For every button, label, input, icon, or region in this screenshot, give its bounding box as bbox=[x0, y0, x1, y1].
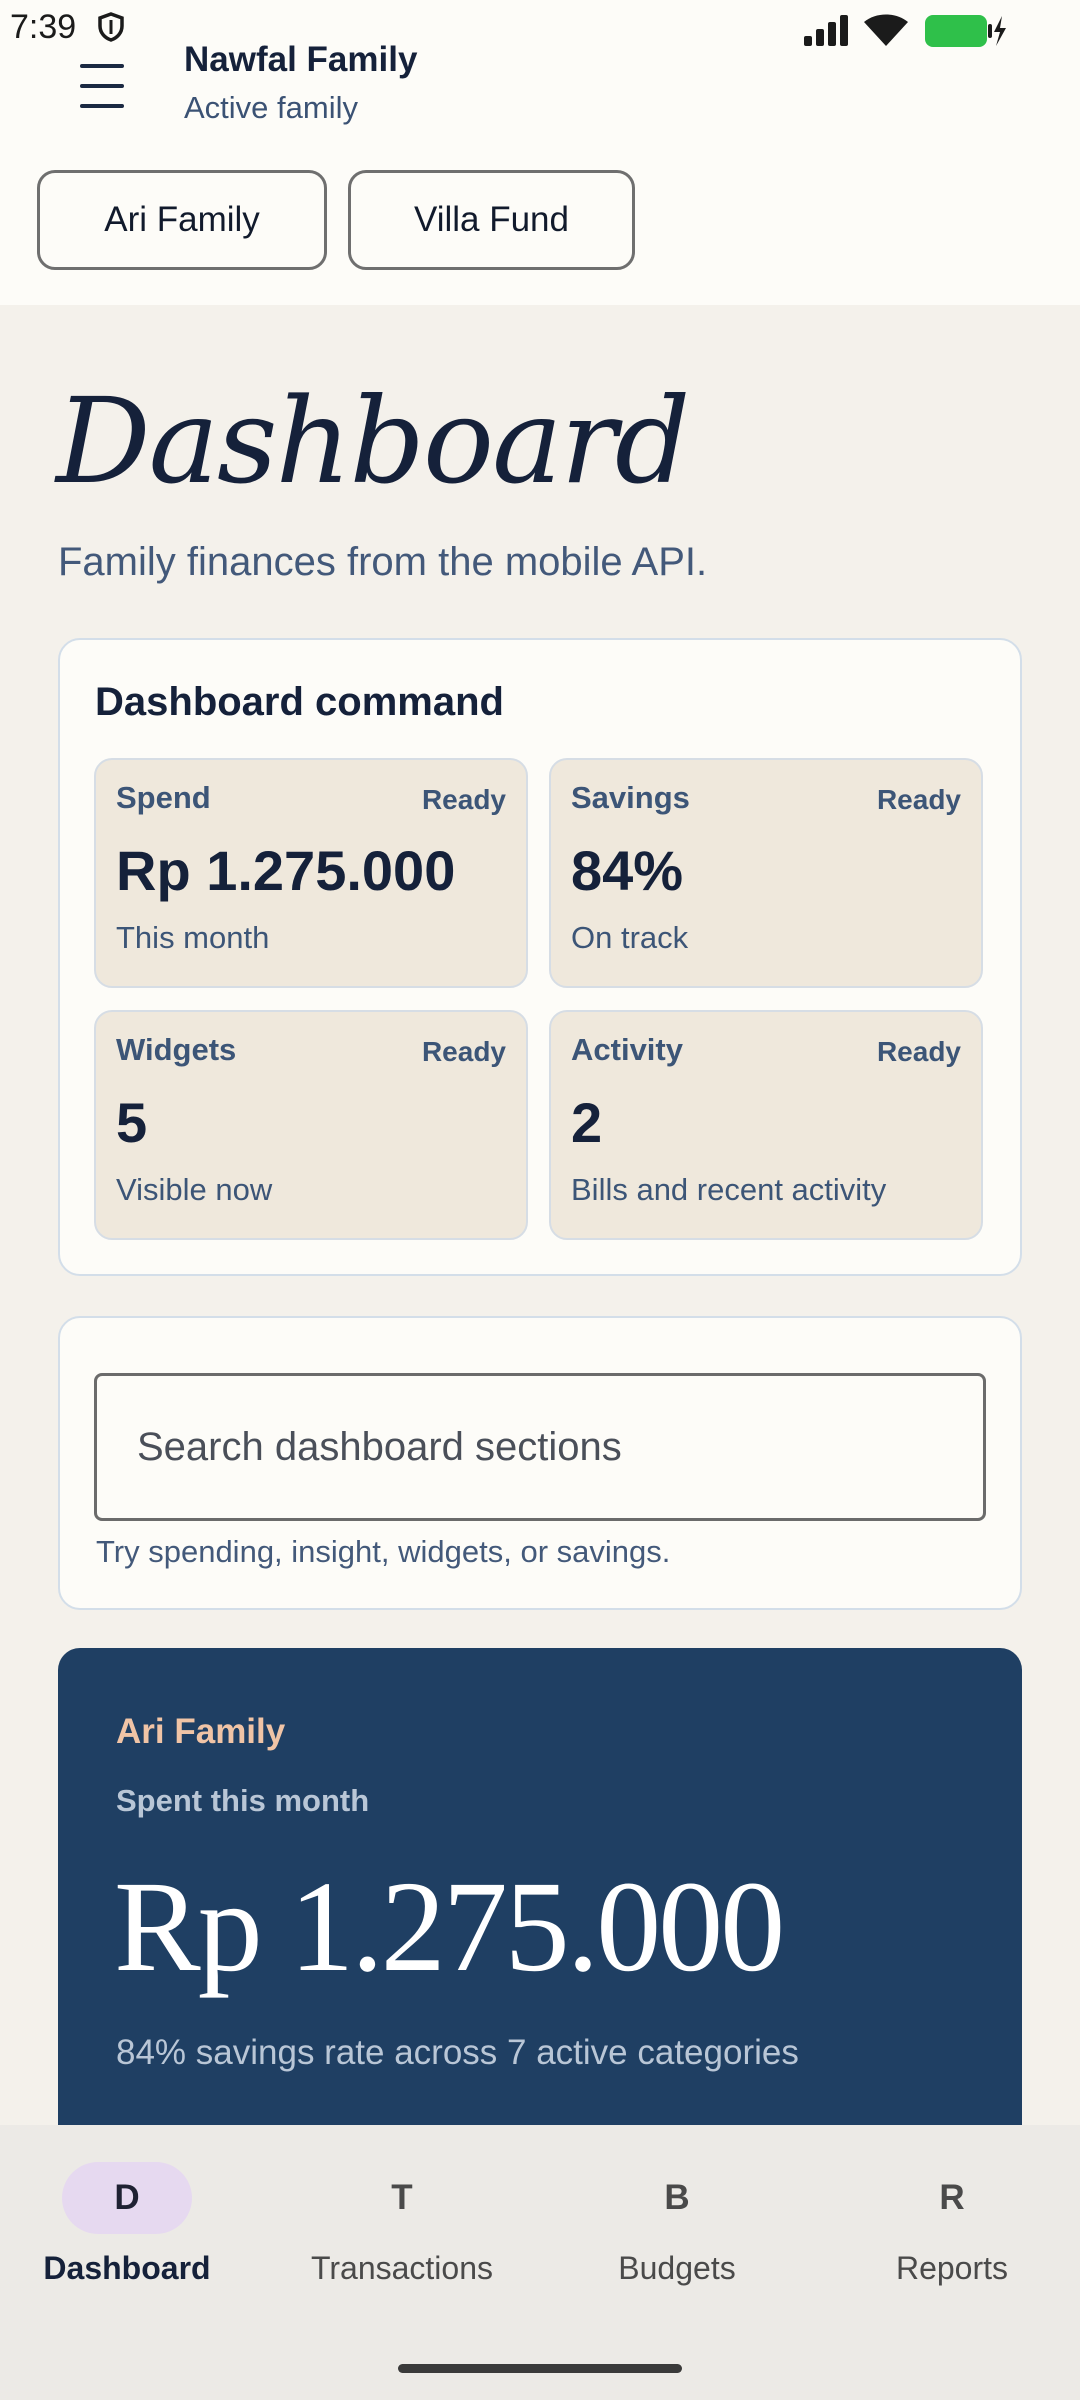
stat-status: Ready bbox=[876, 784, 961, 815]
nav-label: Dashboard bbox=[43, 2250, 211, 2286]
shield-icon bbox=[98, 12, 124, 42]
nav-budgets[interactable]: B Budgets bbox=[542, 2162, 812, 2292]
stat-label: Widgets bbox=[116, 1032, 237, 1067]
stat-value: 2 bbox=[571, 1091, 603, 1154]
stat-card-widgets[interactable]: Widgets Ready 5 Visible now bbox=[94, 1010, 528, 1240]
nav-transactions[interactable]: T Transactions bbox=[267, 2162, 537, 2292]
hero-amount: Rp 1.275.000 bbox=[114, 1855, 785, 1999]
home-indicator[interactable] bbox=[398, 2364, 682, 2373]
status-bar: 7:39 bbox=[0, 0, 1080, 62]
stat-card-savings[interactable]: Savings Ready 84% On track bbox=[549, 758, 983, 988]
menu-button[interactable] bbox=[66, 58, 138, 118]
stat-value: Rp 1.275.000 bbox=[116, 839, 456, 902]
signal-icon bbox=[804, 15, 848, 46]
stat-note: On track bbox=[571, 920, 689, 955]
search-hint: Try spending, insight, widgets, or savin… bbox=[96, 1534, 671, 1569]
stat-card-spend[interactable]: Spend Ready Rp 1.275.000 This month bbox=[94, 758, 528, 988]
hero-family-name: Ari Family bbox=[116, 1712, 286, 1751]
dashboard-icon: D bbox=[62, 2162, 192, 2234]
stat-note: This month bbox=[116, 920, 270, 955]
nav-label: Reports bbox=[895, 2250, 1009, 2286]
nav-label: Budgets bbox=[618, 2250, 736, 2286]
page-subtitle: Family finances from the mobile API. bbox=[58, 540, 708, 584]
stat-status: Ready bbox=[876, 1036, 961, 1067]
active-family-status: Active family bbox=[184, 90, 358, 125]
stat-note: Bills and recent activity bbox=[571, 1172, 887, 1207]
nav-reports[interactable]: R Reports bbox=[817, 2162, 1080, 2292]
stat-label: Spend bbox=[116, 780, 211, 815]
stat-note: Visible now bbox=[116, 1172, 273, 1207]
family-chip-villa-fund[interactable]: Villa Fund bbox=[348, 170, 635, 270]
nav-label: Transactions bbox=[311, 2250, 493, 2286]
nav-dashboard[interactable]: D Dashboard bbox=[0, 2162, 262, 2292]
stat-value: 84% bbox=[571, 839, 684, 902]
status-time: 7:39 bbox=[10, 8, 77, 46]
search-input[interactable] bbox=[94, 1373, 986, 1521]
page-title: Dashboard bbox=[56, 372, 690, 510]
hero-note: 84% savings rate across 7 active categor… bbox=[116, 2033, 799, 2072]
transactions-icon: T bbox=[391, 2178, 413, 2217]
stat-card-activity[interactable]: Activity Ready 2 Bills and recent activi… bbox=[549, 1010, 983, 1240]
stat-label: Activity bbox=[571, 1032, 683, 1067]
reports-icon: R bbox=[939, 2178, 965, 2217]
command-title: Dashboard command bbox=[95, 680, 504, 724]
hero-label: Spent this month bbox=[116, 1783, 370, 1818]
stat-label: Savings bbox=[571, 780, 690, 815]
wifi-icon bbox=[864, 14, 908, 46]
budgets-icon: B bbox=[664, 2178, 690, 2217]
stat-status: Ready bbox=[421, 784, 506, 815]
family-chip-ari[interactable]: Ari Family bbox=[37, 170, 327, 270]
stat-value: 5 bbox=[116, 1091, 148, 1154]
active-family-name: Nawfal Family bbox=[184, 40, 418, 79]
stat-status: Ready bbox=[421, 1036, 506, 1067]
battery-icon bbox=[925, 15, 1006, 47]
